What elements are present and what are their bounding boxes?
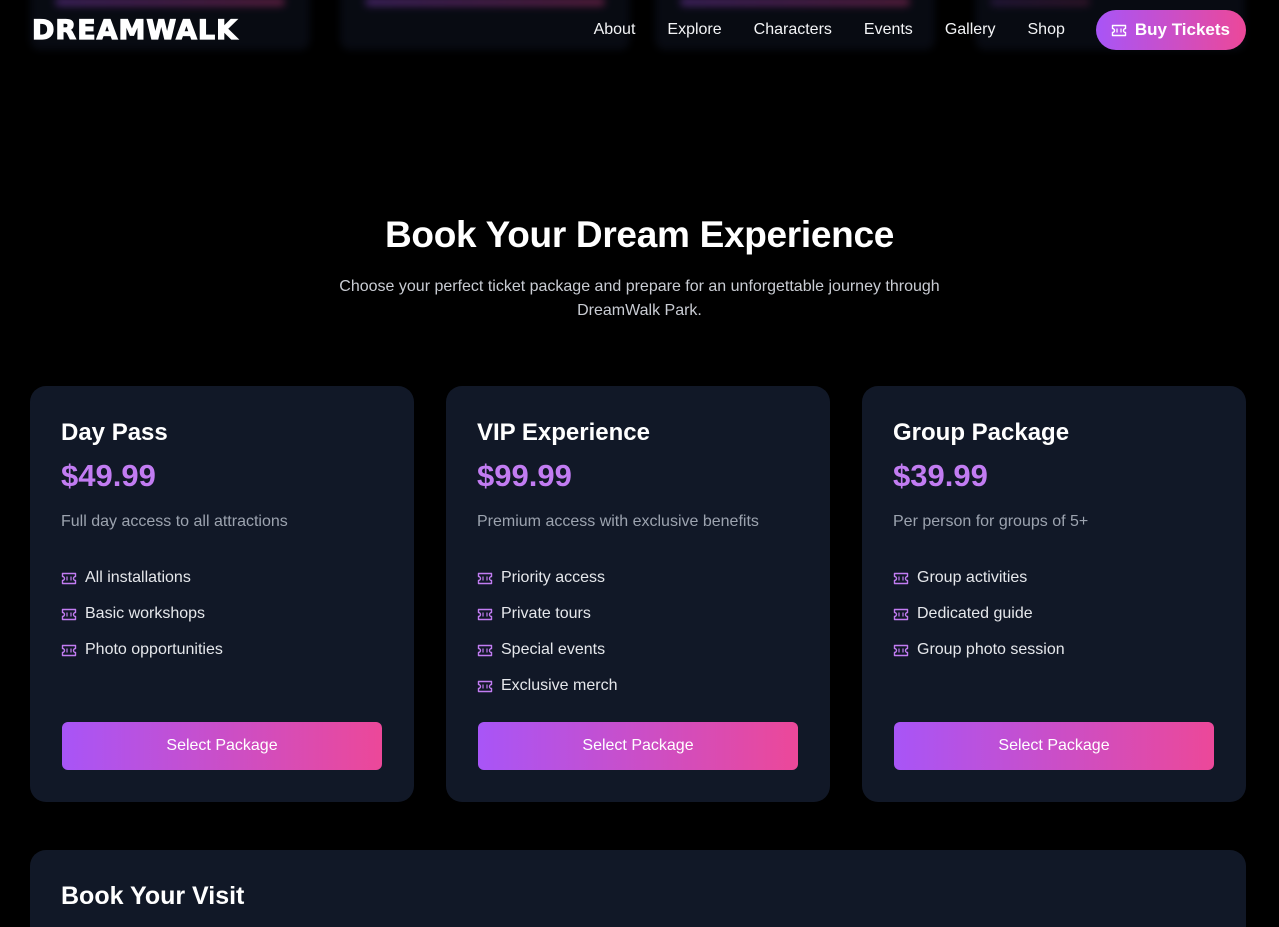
feature-label: Group activities — [917, 569, 1028, 586]
nav-link-explore[interactable]: Explore — [667, 10, 721, 50]
select-package-button[interactable]: Select Package — [478, 722, 798, 770]
feature-label: Basic workshops — [85, 605, 206, 622]
feature-item: Dedicated guide — [893, 596, 1065, 632]
feature-item: All installations — [61, 560, 223, 596]
package-name: Group Package — [893, 419, 1070, 446]
package-description: Full day access to all attractions — [61, 513, 288, 530]
ticket-icon — [1111, 24, 1127, 37]
nav-link-shop[interactable]: Shop — [1028, 10, 1065, 50]
feature-label: Photo opportunities — [85, 641, 223, 658]
main-nav: About Explore Characters Events Gallery … — [594, 10, 1246, 50]
section-subtitle: Choose your perfect ticket package and p… — [339, 278, 940, 319]
package-card-vip-experience: VIP Experience $99.99 Premium access wit… — [446, 386, 830, 802]
ticket-icon — [477, 644, 493, 657]
section-title: Book Your Dream Experience — [384, 214, 895, 255]
ticket-icon — [61, 572, 77, 585]
feature-list: Priority access Private tours Special ev… — [477, 560, 617, 704]
package-name: VIP Experience — [477, 419, 650, 446]
feature-item: Special events — [477, 632, 617, 668]
nav-link-characters[interactable]: Characters — [754, 10, 832, 50]
select-package-button[interactable]: Select Package — [62, 722, 382, 770]
package-card-group-package: Group Package $39.99 Per person for grou… — [862, 386, 1246, 802]
logo[interactable]: DREAMWALK — [31, 15, 239, 46]
select-package-button[interactable]: Select Package — [894, 722, 1214, 770]
logo-text: DREAMWALK — [31, 15, 239, 46]
package-card-day-pass: Day Pass $49.99 Full day access to all a… — [30, 386, 414, 802]
feature-list: Group activities Dedicated guide Group p… — [893, 560, 1065, 668]
feature-label: Private tours — [501, 605, 591, 622]
ticket-icon — [893, 608, 909, 621]
feature-item: Priority access — [477, 560, 617, 596]
ticket-icon — [893, 644, 909, 657]
buy-tickets-button[interactable]: Buy Tickets — [1095, 10, 1246, 50]
ticket-icon — [477, 608, 493, 621]
feature-label: Special events — [501, 641, 606, 658]
feature-item: Basic workshops — [61, 596, 223, 632]
nav-link-events[interactable]: Events — [864, 10, 913, 50]
ticket-icon — [61, 608, 77, 621]
feature-label: Exclusive merch — [501, 677, 618, 694]
page: DREAMWALK About Explore Characters Event… — [0, 0, 1279, 927]
nav-link-about[interactable]: About — [594, 10, 636, 50]
buy-tickets-label: Buy Tickets — [1134, 20, 1230, 39]
feature-label: Dedicated guide — [917, 605, 1033, 622]
ticket-icon — [477, 572, 493, 585]
ticket-icon — [477, 680, 493, 693]
package-price: $39.99 — [893, 458, 988, 493]
feature-item: Group photo session — [893, 632, 1065, 668]
booking-panel: Book Your Visit — [30, 850, 1246, 927]
feature-label: Priority access — [501, 569, 606, 586]
feature-list: All installations Basic workshops Photo … — [61, 560, 223, 668]
package-description: Per person for groups of 5+ — [893, 513, 1089, 530]
feature-item: Group activities — [893, 560, 1065, 596]
ticket-icon — [893, 572, 909, 585]
feature-item: Photo opportunities — [61, 632, 223, 668]
package-description: Premium access with exclusive benefits — [477, 513, 759, 530]
package-price: $49.99 — [61, 458, 156, 493]
nav-link-gallery[interactable]: Gallery — [945, 10, 996, 50]
feature-item: Private tours — [477, 596, 617, 632]
feature-item: Exclusive merch — [477, 668, 617, 704]
site-header: DREAMWALK About Explore Characters Event… — [0, 0, 1279, 60]
feature-label: Group photo session — [917, 641, 1065, 658]
package-price: $99.99 — [477, 458, 572, 493]
ticket-icon — [61, 644, 77, 657]
feature-label: All installations — [85, 569, 191, 586]
booking-title: Book Your Visit — [61, 882, 245, 910]
package-name: Day Pass — [61, 419, 168, 446]
